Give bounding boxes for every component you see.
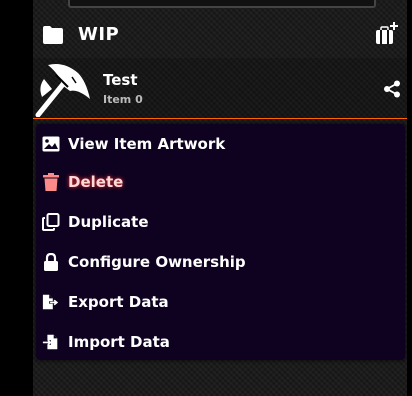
share-icon[interactable]: [383, 80, 401, 98]
folder-header-wip[interactable]: WIP: [33, 14, 407, 58]
copy-icon: [42, 213, 60, 231]
menu-item-duplicate[interactable]: Duplicate: [36, 202, 405, 242]
create-item-icon[interactable]: [375, 21, 399, 47]
menu-item-label: Export Data: [68, 293, 169, 311]
file-import-icon: [42, 333, 60, 351]
item-subtitle: Item 0: [103, 93, 143, 106]
menu-item-label: Configure Ownership: [68, 253, 246, 271]
item-name: Test: [103, 71, 138, 89]
file-export-icon: [42, 293, 60, 311]
folder-icon: [43, 26, 63, 44]
menu-item-view-artwork[interactable]: View Item Artwork: [36, 124, 405, 164]
folder-name: WIP: [78, 24, 120, 45]
menu-item-delete[interactable]: Delete: [36, 162, 405, 202]
search-input[interactable]: [68, 0, 376, 8]
menu-item-label: Duplicate: [68, 213, 149, 231]
menu-item-import-data[interactable]: Import Data: [36, 322, 405, 362]
context-menu: View Item Artwork Delete Duplicate Confi…: [36, 124, 405, 360]
menu-item-label: View Item Artwork: [68, 135, 226, 153]
menu-item-configure-ownership[interactable]: Configure Ownership: [36, 242, 405, 282]
directory-empty-area: [66, 360, 412, 396]
menu-item-label: Delete: [68, 173, 124, 191]
trash-icon: [42, 173, 60, 191]
menu-item-export-data[interactable]: Export Data: [36, 282, 405, 322]
lock-icon: [42, 253, 60, 271]
image-icon: [42, 135, 60, 153]
item-artwork-axe: [35, 64, 90, 117]
item-entry-test[interactable]: Test Item 0: [33, 58, 407, 119]
menu-item-label: Import Data: [68, 333, 170, 351]
